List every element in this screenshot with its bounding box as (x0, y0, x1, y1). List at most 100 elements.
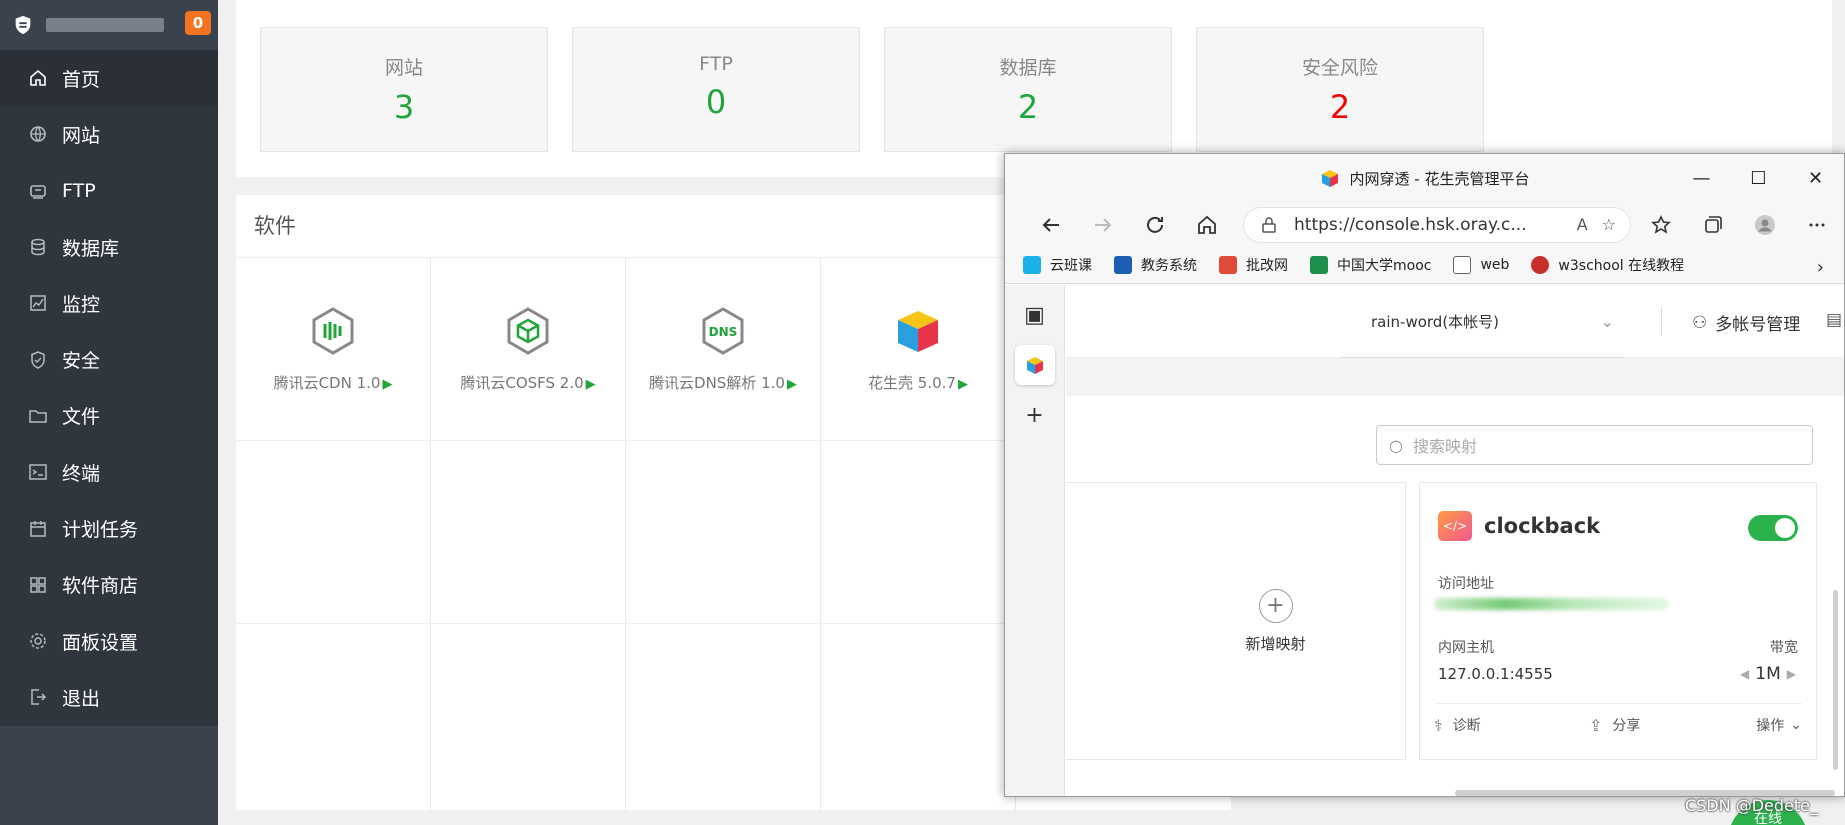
user-icon: ⚇ (1692, 312, 1708, 333)
sidebar-item-label: 首页 (62, 68, 101, 91)
stat-value: 2 (1329, 88, 1351, 126)
sidebar-item-website[interactable]: 网站 (0, 106, 218, 162)
tab-actions-icon[interactable]: ▣ (1015, 295, 1055, 335)
favorite-link[interactable]: 云班课 (1023, 255, 1092, 275)
refresh-icon[interactable] (1129, 207, 1181, 243)
sidebar-item-monitor[interactable]: 监控 (0, 275, 218, 331)
address-bar[interactable]: https://console.hsk.oray.c... A ☆ (1243, 206, 1631, 243)
minimize-icon[interactable]: — (1673, 154, 1730, 202)
vertical-scrollbar[interactable] (1833, 590, 1838, 770)
shield-logo-icon (15, 15, 31, 35)
grid-icon (28, 575, 48, 595)
favorite-link[interactable]: web (1453, 256, 1509, 274)
search-input[interactable]: ○ 搜索映射 (1376, 425, 1813, 465)
add-favorite-icon[interactable]: ☆ (1602, 215, 1616, 234)
stat-label: 网站 (384, 57, 423, 79)
stat-database[interactable]: 数据库 2 (884, 27, 1172, 152)
add-mapping-card[interactable]: + 新增映射 (1066, 482, 1406, 760)
read-aloud-icon[interactable]: A (1577, 215, 1588, 234)
mapping-header: </> clockback (1438, 511, 1600, 541)
stat-ftp[interactable]: FTP 0 (572, 27, 860, 152)
close-icon[interactable]: ✕ (1787, 154, 1844, 202)
stat-label: FTP (699, 53, 733, 75)
sidebar-item-store[interactable]: 软件商店 (0, 557, 218, 613)
access-address-blurred[interactable] (1434, 598, 1669, 610)
diagnose-button[interactable]: ⚕ 诊断 (1434, 715, 1589, 735)
stat-website[interactable]: 网站 3 (260, 27, 548, 152)
mapping-card: </> clockback 访问地址 内网主机 带宽 127.0.0.1:455… (1419, 482, 1817, 760)
software-item-cosfs[interactable]: 腾讯云COSFS 2.0 ▶ (431, 258, 625, 440)
bandwidth-label: 带宽 (1770, 640, 1798, 656)
sidebar: 0 首页 网站 FTP 数据库 监控 安全 文件 终端 计划任务 软件商店 面板… (0, 0, 218, 825)
stat-value: 3 (393, 88, 415, 126)
notification-badge[interactable]: 0 (185, 11, 211, 35)
maximize-icon[interactable]: ☐ (1730, 154, 1787, 202)
favorite-label: 云班课 (1050, 258, 1092, 274)
terminal-icon (28, 462, 48, 482)
document-icon[interactable]: ▤ (1826, 310, 1842, 330)
favorite-label: web (1480, 257, 1510, 273)
sidebar-item-home[interactable]: 首页 (0, 50, 218, 107)
home-icon[interactable] (1181, 207, 1233, 243)
collections-icon[interactable] (1687, 207, 1739, 243)
sidebar-item-cron[interactable]: 计划任务 (0, 500, 218, 556)
triangle-right-icon[interactable]: ▶ (1787, 667, 1796, 681)
software-name: 腾讯云DNS解析 1.0 (649, 374, 785, 392)
operate-dropdown[interactable]: 操作 ⌄ (1756, 715, 1802, 735)
more-icon[interactable] (1791, 207, 1843, 243)
software-item-dns[interactable]: DNS 腾讯云DNS解析 1.0 ▶ (626, 258, 820, 440)
mapping-actions: ⚕ 诊断 ⇪ 分享 操作 ⌄ (1434, 715, 1802, 735)
tab-oray[interactable] (1014, 345, 1055, 385)
sidebar-item-label: 计划任务 (62, 519, 139, 542)
forward-icon[interactable] (1077, 207, 1129, 243)
sidebar-item-security[interactable]: 安全 (0, 331, 218, 387)
sidebar-item-label: 面板设置 (62, 631, 139, 654)
favorite-link[interactable]: 教务系统 (1114, 255, 1197, 275)
calendar-icon (28, 519, 48, 539)
operate-label: 操作 (1756, 718, 1785, 734)
profile-avatar[interactable] (1739, 207, 1791, 243)
software-item-cdn[interactable]: 腾讯云CDN 1.0 ▶ (236, 258, 430, 440)
sidebar-item-terminal[interactable]: 终端 (0, 444, 218, 500)
favorite-link[interactable]: 中国大学mooc (1310, 255, 1431, 275)
chevron-down-icon: ⌄ (1790, 717, 1802, 733)
software-name: 腾讯云COSFS 2.0 (460, 374, 584, 392)
stat-label: 数据库 (999, 57, 1057, 79)
watermark: CSDN @Dedete_ (1685, 796, 1818, 815)
share-button[interactable]: ⇪ 分享 (1589, 715, 1744, 735)
mooc-icon (1310, 256, 1328, 274)
sidebar-item-ftp[interactable]: FTP (0, 163, 218, 219)
check-icon (1219, 256, 1237, 274)
favorite-label: 批改网 (1246, 258, 1288, 274)
plus-icon: + (1258, 588, 1293, 623)
sidebar-item-logout[interactable]: 退出 (0, 669, 218, 725)
favorites-icon[interactable] (1635, 207, 1687, 243)
play-icon: ▶ (585, 377, 596, 392)
mapping-toggle[interactable] (1748, 515, 1798, 541)
bandwidth-stepper[interactable]: ◀ 1M ▶ (1734, 664, 1802, 684)
account-manager-link[interactable]: ⚇ 多帐号管理 (1692, 310, 1801, 336)
browser-titlebar[interactable]: 内网穿透 - 花生壳管理平台 — ☐ ✕ (1005, 154, 1844, 202)
account-manager-label: 多帐号管理 (1715, 315, 1801, 335)
sidebar-item-database[interactable]: 数据库 (0, 219, 218, 275)
favorite-link[interactable]: 批改网 (1219, 255, 1288, 275)
triangle-left-icon[interactable]: ◀ (1740, 667, 1749, 681)
new-tab-icon[interactable]: + (1015, 395, 1055, 435)
folder-icon (28, 406, 48, 426)
stat-security-risk[interactable]: 安全风险 2 (1196, 27, 1484, 152)
account-select[interactable]: rain-word(本帐号) ⌄ (1341, 285, 1624, 358)
sidebar-item-settings[interactable]: 面板设置 (0, 613, 218, 669)
vertical-tabs: ▣ + (1005, 285, 1065, 796)
logout-icon (28, 687, 48, 707)
sidebar-item-files[interactable]: 文件 (0, 388, 218, 444)
chevron-right-icon[interactable]: › (1817, 257, 1824, 278)
search-icon: ○ (1389, 435, 1403, 455)
cdn-hex-icon (312, 307, 354, 355)
oray-logo-icon (1321, 170, 1338, 187)
sidebar-item-label: 终端 (62, 462, 101, 485)
database-icon (28, 237, 48, 257)
play-icon: ▶ (957, 377, 968, 392)
software-item-oray[interactable]: 花生壳 5.0.7 ▶ (821, 258, 1015, 440)
favorite-link[interactable]: w3school 在线教程 (1531, 255, 1684, 275)
back-icon[interactable] (1025, 207, 1077, 243)
